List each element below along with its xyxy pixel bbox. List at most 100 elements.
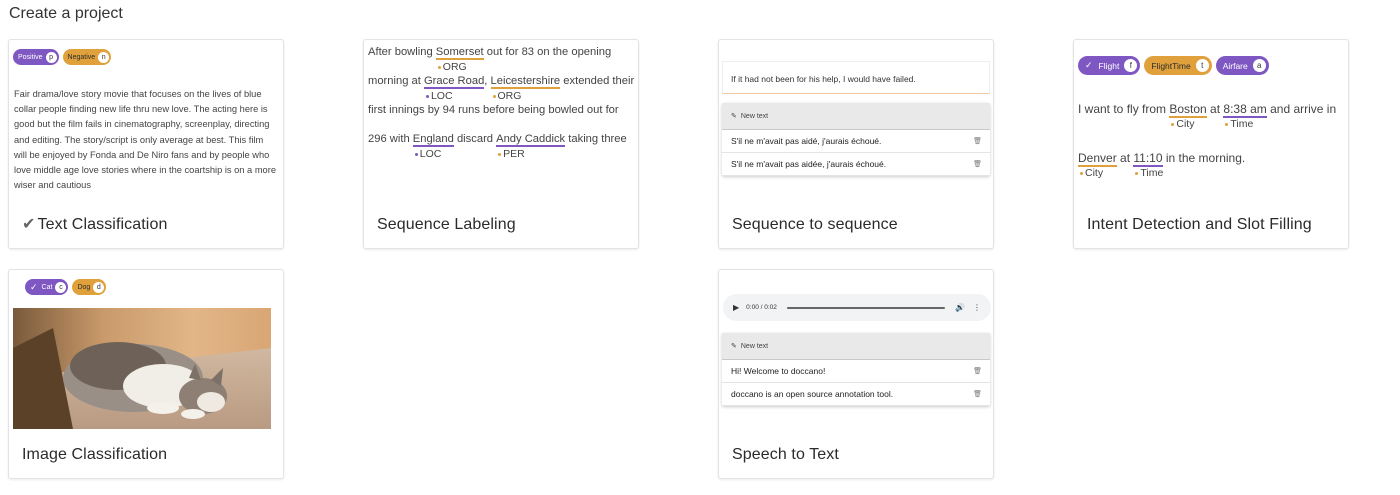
entity-text: Boston	[1169, 102, 1207, 118]
play-icon[interactable]: ▶	[733, 303, 739, 312]
label-chips: Positive p Negative n	[13, 49, 112, 65]
card-seq2seq[interactable]: If it had not been for his help, I would…	[718, 39, 994, 249]
entity-tag: Time	[1135, 167, 1163, 179]
chip-airfare[interactable]: Airfare a	[1215, 56, 1269, 75]
list-item-text: doccano is an open source annotation too…	[731, 389, 894, 399]
new-text-placeholder: New text	[740, 342, 769, 350]
more-options-icon[interactable]: ⋮	[973, 303, 981, 312]
card-text-classification[interactable]: Positive p Negative n Fair drama/love st…	[8, 39, 284, 249]
card-speech-to-text[interactable]: ▶ 0:00 / 0:02 🔊 ⋮ ✎ New text Hi! Welcome…	[718, 269, 994, 479]
chip-dog[interactable]: Dog d	[72, 279, 107, 295]
chip-label: Positive	[18, 53, 43, 61]
entity-tag: LOC	[414, 148, 442, 160]
text-span: out for 83 on the opening	[483, 46, 612, 58]
sample-text: After bowling Somerset ORG out for 83 on …	[368, 46, 636, 162]
entity-text: Grace Road	[423, 75, 485, 89]
chip-label: Negative	[67, 53, 96, 61]
volume-icon[interactable]: 🔊	[955, 303, 965, 312]
card-title-label: Text Classification	[37, 216, 168, 233]
check-icon: ✔	[22, 216, 36, 233]
entity-text: Denver	[1078, 151, 1117, 167]
list-item-text: Hi! Welcome to doccano!	[731, 366, 826, 376]
delete-icon[interactable]: 🗑	[973, 390, 982, 398]
text-span: and arrive in	[1266, 102, 1337, 116]
sample-text: Fair drama/love story movie that focuses…	[14, 89, 276, 191]
list-item[interactable]: Hi! Welcome to doccano! 🗑	[722, 360, 990, 383]
entity[interactable]: Leicestershire ORG	[490, 75, 561, 102]
entity-tag-label: City	[1176, 118, 1195, 130]
entity-tag-label: ORG	[442, 61, 467, 73]
entity[interactable]: Grace Road LOC	[423, 75, 485, 102]
card-title: Sequence to sequence	[732, 216, 898, 233]
text-span: 296 with	[368, 133, 413, 145]
card-sequence-labeling[interactable]: After bowling Somerset ORG out for 83 on …	[363, 39, 639, 249]
list-item[interactable]: doccano is an open source annotation too…	[722, 383, 990, 406]
entity[interactable]: 8:38 am Time	[1223, 102, 1267, 130]
entity-tag-label: PER	[503, 148, 525, 160]
shortcut-key: p	[45, 51, 57, 63]
check-icon: ✓	[1085, 60, 1093, 70]
entity-tag-label: LOC	[419, 148, 442, 160]
entity-tag: PER	[498, 148, 525, 160]
card-title: ✔ Text Classification	[22, 214, 167, 234]
card-image-classification[interactable]: ✓ Cat c Dog d Image Classification	[8, 269, 284, 479]
entity-text: 11:10	[1133, 151, 1163, 167]
delete-icon[interactable]: 🗑	[973, 367, 982, 375]
shortcut-key: f	[1124, 59, 1138, 72]
entity-tag: Time	[1225, 118, 1253, 130]
entity[interactable]: England LOC	[412, 133, 454, 160]
entity[interactable]: 11:10 Time	[1133, 151, 1163, 179]
entity-tag-label: LOC	[430, 90, 453, 102]
chip-flighttime[interactable]: FlightTime t	[1144, 56, 1212, 75]
entity-text: Leicestershire	[490, 75, 561, 89]
entity-tag: LOC	[425, 90, 453, 102]
list-item[interactable]: S'il ne m'avait pas aidée, j'aurais écho…	[722, 153, 990, 176]
text-line: 296 with England LOC discard Andy Caddick…	[368, 133, 636, 162]
chip-label: Dog	[77, 283, 91, 291]
shortcut-key: d	[93, 281, 105, 293]
entity-text: 8:38 am	[1223, 102, 1267, 118]
text-span: extended their	[560, 75, 635, 87]
text-line: Denver City at 11:10 Time in the morning.	[1078, 151, 1346, 200]
new-text-field[interactable]: ✎ New text	[722, 333, 990, 360]
chip-flight[interactable]: ✓ Flight f	[1078, 56, 1141, 75]
text-span: at	[1116, 151, 1134, 165]
audio-player[interactable]: ▶ 0:00 / 0:02 🔊 ⋮	[723, 294, 991, 321]
card-title: Sequence Labeling	[377, 216, 516, 233]
target-panel: ✎ New text S'il ne m'avait pas aidé, j'a…	[722, 103, 990, 176]
entity-tag: ORG	[437, 61, 467, 73]
new-text-field[interactable]: ✎ New text	[722, 103, 990, 130]
text-span: in the morning.	[1162, 151, 1246, 165]
transcript-panel: ✎ New text Hi! Welcome to doccano! 🗑 doc…	[722, 333, 990, 406]
audio-progress-bar[interactable]	[786, 306, 946, 309]
text-line: I want to fly from Boston City at 8:38 am…	[1078, 102, 1346, 151]
chip-cat[interactable]: ✓ Cat c	[25, 279, 69, 295]
text-span: at	[1206, 102, 1224, 116]
delete-icon[interactable]: 🗑	[973, 137, 982, 145]
card-title: Image Classification	[22, 446, 168, 463]
card-title: Intent Detection and Slot Filling	[1087, 216, 1312, 233]
chip-negative[interactable]: Negative n	[62, 49, 112, 65]
chip-label: FlightTime	[1151, 60, 1191, 71]
shortcut-key: c	[55, 281, 67, 293]
text-span: first innings by 94 runs before being bo…	[368, 104, 619, 116]
check-icon: ✓	[30, 281, 38, 292]
pencil-icon: ✎	[731, 113, 737, 120]
entity-tag: City	[1080, 167, 1103, 179]
text-span: After bowling	[368, 46, 436, 58]
text-span: I want to fly from	[1078, 102, 1170, 116]
entity[interactable]: Denver City	[1078, 151, 1117, 179]
chip-positive[interactable]: Positive p	[13, 49, 59, 65]
list-item-text: S'il ne m'avait pas aidée, j'aurais écho…	[731, 159, 887, 169]
shortcut-key: a	[1252, 59, 1266, 72]
delete-icon[interactable]: 🗑	[973, 160, 982, 168]
entity[interactable]: Andy Caddick PER	[496, 133, 566, 160]
entity-tag-label: Time	[1230, 118, 1254, 130]
entity[interactable]: Somerset ORG	[435, 46, 484, 73]
card-intent-detection[interactable]: ✓ Flight f FlightTime t Airfare a I want…	[1073, 39, 1349, 249]
entity[interactable]: Boston City	[1169, 102, 1207, 130]
chip-label: Flight	[1098, 60, 1120, 71]
list-item[interactable]: S'il ne m'avait pas aidé, j'aurais échou…	[722, 130, 990, 153]
cat-image	[13, 308, 271, 429]
text-line: morning at Grace Road LOC, Leicestershire…	[368, 75, 636, 104]
